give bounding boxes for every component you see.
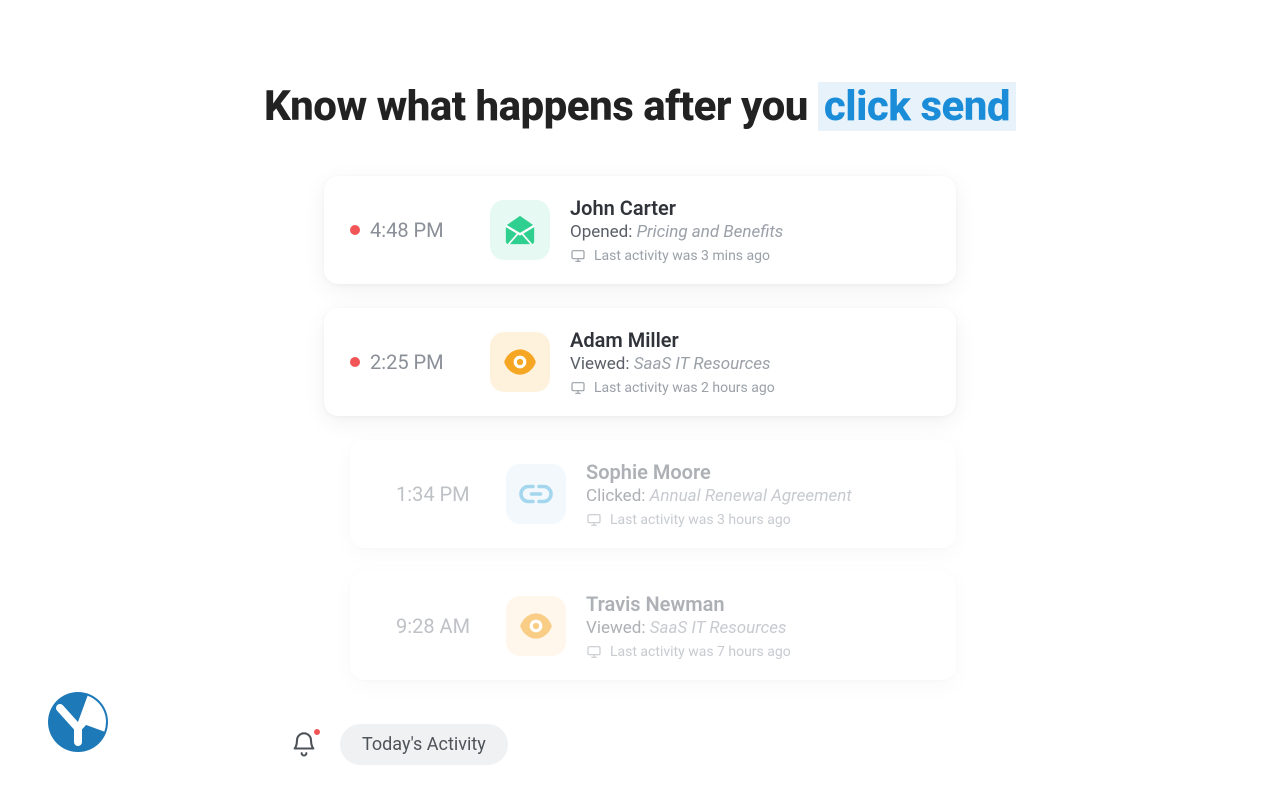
activity-details: Sophie Moore Clicked: Annual Renewal Agr…	[586, 460, 930, 528]
activity-details: Adam Miller Viewed: SaaS IT Resources La…	[570, 328, 930, 396]
action-prefix: Viewed:	[586, 618, 645, 638]
action-prefix: Viewed:	[570, 354, 629, 374]
action-line: Opened: Pricing and Benefits	[570, 222, 930, 242]
meta-text: Last activity was 7 hours ago	[610, 644, 791, 660]
activity-meta: Last activity was 3 hours ago	[586, 512, 930, 528]
activity-meta: Last activity was 7 hours ago	[586, 644, 930, 660]
time-column: 1:34 PM	[376, 482, 506, 506]
activity-time: 4:48 PM	[370, 218, 444, 242]
action-line: Viewed: SaaS IT Resources	[570, 354, 930, 374]
meta-text: Last activity was 3 mins ago	[594, 248, 770, 264]
activity-details: John Carter Opened: Pricing and Benefits…	[570, 196, 930, 264]
activity-card[interactable]: 4:48 PM John Carter Opened: Pricing and …	[324, 176, 956, 284]
monitor-icon	[586, 644, 602, 660]
contact-name: Sophie Moore	[586, 460, 930, 484]
activity-card[interactable]: 1:34 PM Sophie Moore Clicked: Annual Ren…	[350, 440, 956, 548]
activity-time: 2:25 PM	[370, 350, 444, 374]
unread-dot	[350, 225, 360, 235]
action-subject: Annual Renewal Agreement	[650, 486, 852, 506]
footer-area: Today's Activity	[288, 724, 508, 765]
headline-prefix: Know what happens after you	[264, 82, 818, 131]
action-subject: Pricing and Benefits	[637, 222, 784, 242]
action-line: Clicked: Annual Renewal Agreement	[586, 486, 930, 506]
view-eye-icon	[490, 332, 550, 392]
activity-time: 1:34 PM	[396, 482, 470, 506]
bell-badge	[312, 727, 322, 737]
today-activity-chip[interactable]: Today's Activity	[340, 724, 508, 765]
link-icon	[506, 464, 566, 524]
headline-highlight: click send	[818, 82, 1016, 131]
action-prefix: Opened:	[570, 222, 632, 242]
activity-card[interactable]: 2:25 PM Adam Miller Viewed: SaaS IT Reso…	[324, 308, 956, 416]
contact-name: Adam Miller	[570, 328, 930, 352]
page-headline: Know what happens after you click send	[0, 82, 1280, 131]
contact-name: Travis Newman	[586, 592, 930, 616]
activity-meta: Last activity was 2 hours ago	[570, 380, 930, 396]
activity-feed: 4:48 PM John Carter Opened: Pricing and …	[324, 176, 956, 704]
brand-logo	[46, 690, 110, 754]
time-column: 9:28 AM	[376, 614, 506, 638]
unread-dot	[350, 357, 360, 367]
activity-details: Travis Newman Viewed: SaaS IT Resources …	[586, 592, 930, 660]
notifications-bell[interactable]	[288, 729, 320, 761]
open-email-icon	[490, 200, 550, 260]
activity-card[interactable]: 9:28 AM Travis Newman Viewed: SaaS IT Re…	[350, 572, 956, 680]
activity-meta: Last activity was 3 mins ago	[570, 248, 930, 264]
action-prefix: Clicked:	[586, 486, 645, 506]
time-column: 4:48 PM	[350, 218, 490, 242]
monitor-icon	[586, 512, 602, 528]
meta-text: Last activity was 2 hours ago	[594, 380, 775, 396]
monitor-icon	[570, 248, 586, 264]
action-subject: SaaS IT Resources	[634, 354, 771, 374]
meta-text: Last activity was 3 hours ago	[610, 512, 791, 528]
action-subject: SaaS IT Resources	[650, 618, 787, 638]
monitor-icon	[570, 380, 586, 396]
time-column: 2:25 PM	[350, 350, 490, 374]
view-eye-icon	[506, 596, 566, 656]
activity-time: 9:28 AM	[396, 614, 470, 638]
action-line: Viewed: SaaS IT Resources	[586, 618, 930, 638]
contact-name: John Carter	[570, 196, 930, 220]
